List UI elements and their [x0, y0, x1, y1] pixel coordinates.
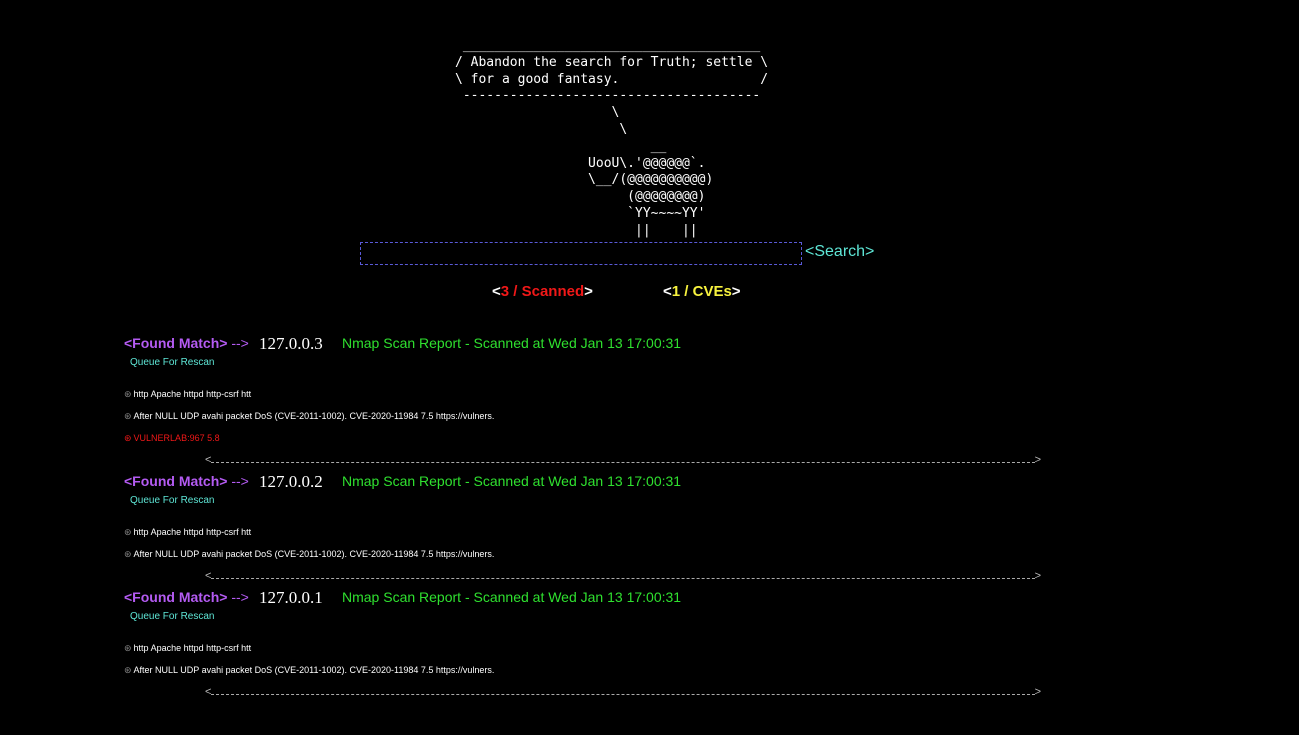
detail-text: VULNERLAB:967 5.8	[133, 433, 220, 443]
separator-line	[211, 578, 1035, 579]
cowsay-ascii-art: ______________________________________ /…	[455, 38, 769, 238]
result-detail-line-highlight: ⊛ VULNERLAB:967 5.8	[124, 433, 220, 444]
queue-rescan-button[interactable]: Queue For Rescan	[130, 611, 215, 622]
cves-close-bracket: >	[731, 283, 741, 300]
separator-right-arrow: >	[1034, 570, 1041, 582]
queue-rescan-button[interactable]: Queue For Rescan	[130, 495, 215, 506]
queue-rescan-button[interactable]: Queue For Rescan	[130, 357, 215, 368]
bullet-icon: ⊛	[124, 433, 132, 443]
found-match-text: <Found Match>	[124, 473, 228, 489]
bullet-icon: ⊛	[124, 527, 132, 537]
result-separator: < >	[205, 686, 1041, 700]
bullet-icon: ⊛	[124, 389, 132, 399]
scanned-count: <3 / Scanned>	[492, 283, 593, 300]
detail-text: http Apache httpd http-csrf htt	[133, 389, 252, 399]
separator-left-arrow: <	[205, 570, 212, 582]
found-match-label: <Found Match> -->	[124, 473, 249, 489]
cve-count: <1 / CVEs>	[663, 283, 741, 300]
detail-text: http Apache httpd http-csrf htt	[133, 643, 252, 653]
scanned-close-bracket: >	[584, 283, 593, 300]
ip-address-link[interactable]: 127.0.0.1	[259, 588, 323, 608]
result-detail-line: ⊛ http Apache httpd http-csrf htt	[124, 643, 251, 654]
bullet-icon: ⊛	[124, 665, 132, 675]
separator-right-arrow: >	[1034, 686, 1041, 698]
cves-open-bracket: <	[663, 283, 672, 300]
result-detail-line: ⊛ After NULL UDP avahi packet DoS (CVE-20…	[124, 411, 494, 422]
result-detail-line: ⊛ After NULL UDP avahi packet DoS (CVE-20…	[124, 665, 494, 676]
separator-line	[211, 694, 1035, 695]
result-separator: < >	[205, 454, 1041, 468]
found-match-label: <Found Match> -->	[124, 335, 249, 351]
separator-left-arrow: <	[205, 686, 212, 698]
arrow: -->	[231, 335, 249, 351]
arrow: -->	[231, 473, 249, 489]
result-detail-line: ⊛ After NULL UDP avahi packet DoS (CVE-20…	[124, 549, 494, 560]
result-detail-line: ⊛ http Apache httpd http-csrf htt	[124, 527, 251, 538]
found-match-label: <Found Match> -->	[124, 589, 249, 605]
separator-left-arrow: <	[205, 454, 212, 466]
ip-address-link[interactable]: 127.0.0.3	[259, 334, 323, 354]
separator-right-arrow: >	[1034, 454, 1041, 466]
scanned-count-value: 3 / Scanned	[500, 283, 585, 300]
detail-text: After NULL UDP avahi packet DoS (CVE-201…	[133, 411, 495, 421]
detail-text: http Apache httpd http-csrf htt	[133, 527, 252, 537]
search-input[interactable]	[360, 242, 802, 265]
bullet-icon: ⊛	[124, 643, 132, 653]
scanned-open-bracket: <	[492, 283, 501, 300]
bullet-icon: ⊛	[124, 411, 132, 421]
detail-text: After NULL UDP avahi packet DoS (CVE-201…	[133, 549, 495, 559]
found-match-text: <Found Match>	[124, 335, 228, 351]
scan-report-link[interactable]: Nmap Scan Report - Scanned at Wed Jan 13…	[342, 589, 681, 605]
found-match-text: <Found Match>	[124, 589, 228, 605]
cowsay-banner: ______________________________________ /…	[0, 38, 1299, 240]
result-separator: < >	[205, 570, 1041, 584]
cve-count-value: 1 / CVEs	[671, 283, 732, 300]
search-button[interactable]: <Search>	[805, 243, 874, 261]
scan-report-link[interactable]: Nmap Scan Report - Scanned at Wed Jan 13…	[342, 335, 681, 351]
result-detail-line: ⊛ http Apache httpd http-csrf htt	[124, 389, 251, 400]
bullet-icon: ⊛	[124, 549, 132, 559]
arrow: -->	[231, 589, 249, 605]
scan-report-link[interactable]: Nmap Scan Report - Scanned at Wed Jan 13…	[342, 473, 681, 489]
separator-line	[211, 462, 1035, 463]
ip-address-link[interactable]: 127.0.0.2	[259, 472, 323, 492]
detail-text: After NULL UDP avahi packet DoS (CVE-201…	[133, 665, 495, 675]
